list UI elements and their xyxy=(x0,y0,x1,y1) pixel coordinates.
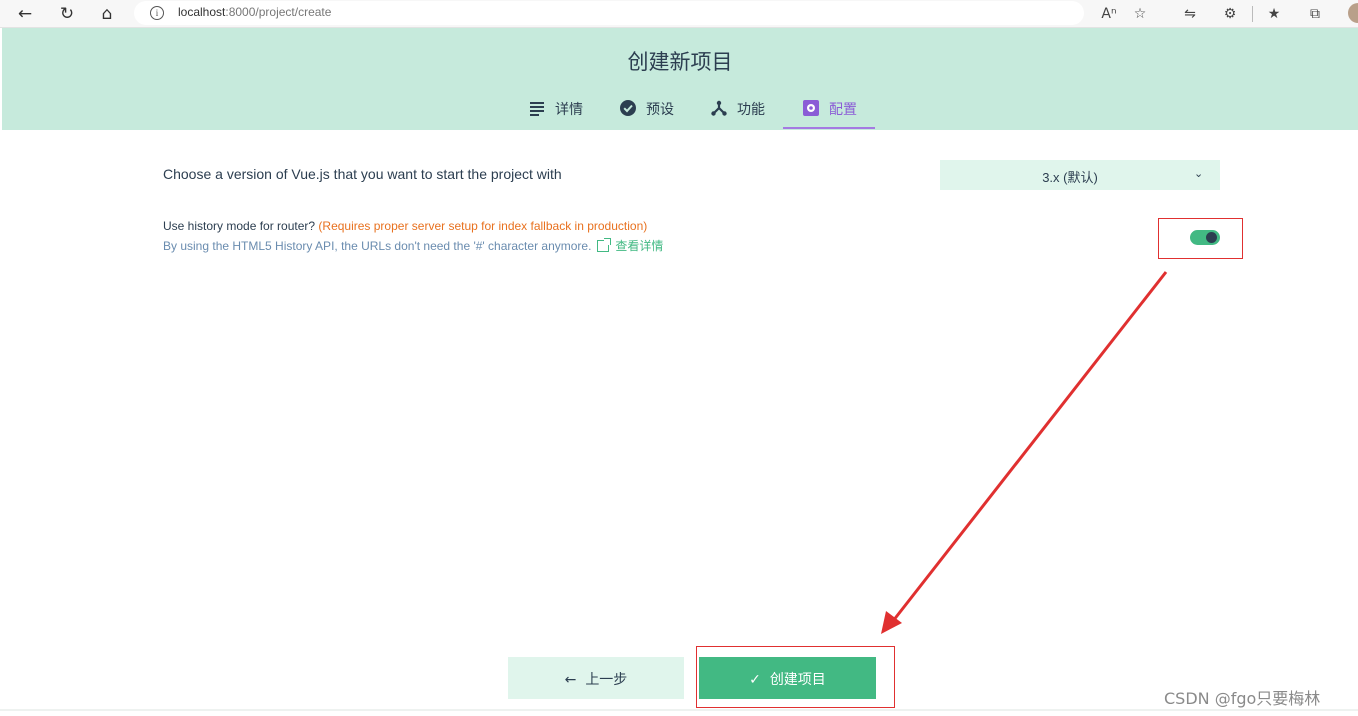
arrow-left-icon: ← xyxy=(564,672,586,688)
previous-step-button[interactable]: ← 上一步 xyxy=(508,657,684,699)
list-icon xyxy=(530,102,544,116)
url-path: :8000/project/create xyxy=(225,5,332,19)
tab-config-label: 配置 xyxy=(829,102,857,118)
active-tab-indicator xyxy=(783,127,875,129)
chevron-down-icon: ⌄ xyxy=(1194,167,1204,180)
info-icon[interactable]: i xyxy=(150,6,164,20)
watermark: CSDN @fgo只要梅林 xyxy=(1164,689,1321,708)
url-text: localhost:8000/project/create xyxy=(178,5,331,19)
address-bar[interactable]: i localhost:8000/project/create xyxy=(134,1,1084,25)
create-project-button[interactable]: ✓ 创建项目 xyxy=(699,657,876,699)
vue-version-select[interactable]: 3.x (默认) ⌄ xyxy=(940,160,1220,190)
refresh-icon[interactable]: ↻ xyxy=(55,2,79,26)
home-icon[interactable]: ⌂ xyxy=(95,2,119,26)
version-prompt: Choose a version of Vue.js that you want… xyxy=(163,166,562,182)
history-mode-description-row: By using the HTML5 History API, the URLs… xyxy=(163,237,663,254)
create-project-label: 创建项目 xyxy=(769,672,826,688)
annotation-box-toggle xyxy=(1158,218,1243,259)
page-header: 创建新项目 详情 预设 功能 配置 xyxy=(2,28,1358,130)
history-mode-description: By using the HTML5 History API, the URLs… xyxy=(163,239,592,253)
sync-icon[interactable]: ⇋ xyxy=(1178,2,1202,26)
history-mode-toggle[interactable] xyxy=(1190,230,1220,245)
url-host: localhost xyxy=(178,5,226,19)
profile-avatar[interactable] xyxy=(1348,3,1358,23)
external-link-icon[interactable] xyxy=(597,238,612,252)
favorites-icon[interactable]: ★ xyxy=(1262,2,1286,26)
checkmark-icon: ✓ xyxy=(749,672,770,688)
fork-icon xyxy=(711,100,727,116)
tab-features-label: 功能 xyxy=(737,102,765,118)
vue-version-value: 3.x (默认) xyxy=(1042,170,1098,185)
previous-step-label: 上一步 xyxy=(585,672,628,688)
history-mode-question: Use history mode for router? (Requires p… xyxy=(163,219,647,233)
history-mode-label: Use history mode for router? xyxy=(163,219,316,233)
toolbar-separator xyxy=(1252,6,1253,22)
page-title: 创建新项目 xyxy=(627,50,733,74)
browser-toolbar: ← ↻ ⌂ i localhost:8000/project/create Aⁿ… xyxy=(0,0,1358,28)
extensions-icon[interactable]: ⚙ xyxy=(1218,2,1242,26)
collections-icon[interactable]: ⧉ xyxy=(1303,2,1327,26)
settings-icon xyxy=(803,100,819,116)
toggle-knob xyxy=(1206,232,1217,243)
history-mode-warning: (Requires proper server setup for index … xyxy=(318,219,648,233)
favorite-add-icon[interactable]: ☆ xyxy=(1128,2,1152,26)
check-circle-icon xyxy=(620,100,636,116)
tab-details-label: 详情 xyxy=(555,102,583,118)
bottom-divider xyxy=(0,709,1358,711)
tab-presets-label: 预设 xyxy=(646,102,674,118)
read-aloud-icon[interactable]: Aⁿ xyxy=(1097,2,1121,26)
back-arrow-icon[interactable]: ← xyxy=(13,2,37,26)
more-info-link[interactable]: 查看详情 xyxy=(615,239,663,253)
